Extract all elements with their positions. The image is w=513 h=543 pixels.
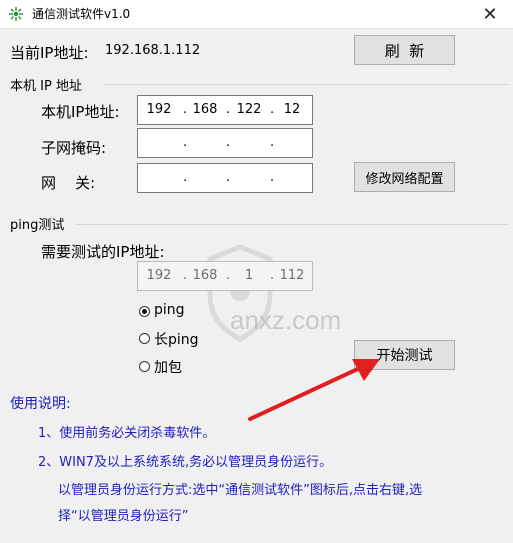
modify-network-config-button[interactable]: 修改网络配置 — [354, 162, 455, 192]
ping-radio-label: ping — [154, 302, 185, 318]
long-ping-radio[interactable] — [139, 333, 150, 344]
local-ip-octet-1: 192 — [146, 102, 172, 117]
title-bar: 通信测试软件v1.0 ✕ — [0, 0, 513, 29]
local-ip-octet-4: 12 — [283, 102, 301, 117]
target-ip-octet-2: 168 — [192, 268, 218, 283]
group-divider — [76, 224, 508, 225]
local-ip-octet-2: 168 — [192, 102, 218, 117]
long-ping-radio-label: 长ping — [154, 332, 199, 348]
current-ip-label: 当前IP地址: — [10, 44, 89, 62]
local-ip-octet-3: 122 — [236, 102, 262, 117]
gateway-label: 网 关: — [41, 174, 96, 192]
usage-line-4: 择“以管理员身份运行” — [58, 509, 189, 524]
red-arrow-annotation — [248, 359, 380, 421]
subnet-mask-field[interactable]: . . . — [137, 128, 313, 158]
target-ip-octet-1: 192 — [146, 268, 172, 283]
ping-radio[interactable] — [139, 306, 150, 317]
main-window: 当前IP地址: 192.168.1.112 刷 新 本机 IP 地址 本机IP地… — [0, 29, 513, 543]
usage-line-3: 以管理员身份运行方式:选中“通信测试软件”图标后,点击右键,选 — [58, 483, 423, 498]
close-button[interactable]: ✕ — [467, 0, 513, 28]
add-packet-radio-label: 加包 — [154, 360, 182, 376]
local-ip-label: 本机IP地址: — [41, 103, 120, 121]
refresh-button[interactable]: 刷 新 — [354, 35, 455, 65]
current-ip-value: 192.168.1.112 — [105, 43, 201, 58]
window-title: 通信测试软件v1.0 — [32, 7, 131, 21]
ping-group-title: ping测试 — [10, 218, 65, 233]
watermark-text: anxz.com — [230, 305, 342, 335]
target-ip-label: 需要测试的IP地址: — [41, 243, 165, 261]
group-divider — [104, 84, 508, 85]
add-packet-radio[interactable] — [139, 361, 150, 372]
usage-line-2: 2、WIN7及以上系统系统,务必以管理员身份运行。 — [38, 455, 333, 470]
gateway-field[interactable]: . . . — [137, 163, 313, 193]
subnet-mask-label: 子网掩码: — [41, 139, 107, 157]
local-ip-group-title: 本机 IP 地址 — [10, 79, 82, 94]
target-ip-octet-4: 112 — [279, 268, 305, 283]
target-ip-field[interactable]: 192 . 168 . 1 . 112 — [137, 261, 313, 291]
local-ip-field[interactable]: 192 . 168 . 122 . 12 — [137, 95, 313, 125]
network-icon — [9, 7, 23, 21]
close-icon: ✕ — [482, 3, 498, 25]
usage-title: 使用说明: — [10, 396, 71, 412]
target-ip-octet-3: 1 — [244, 268, 254, 283]
usage-line-1: 1、使用前务必关闭杀毒软件。 — [38, 426, 216, 441]
